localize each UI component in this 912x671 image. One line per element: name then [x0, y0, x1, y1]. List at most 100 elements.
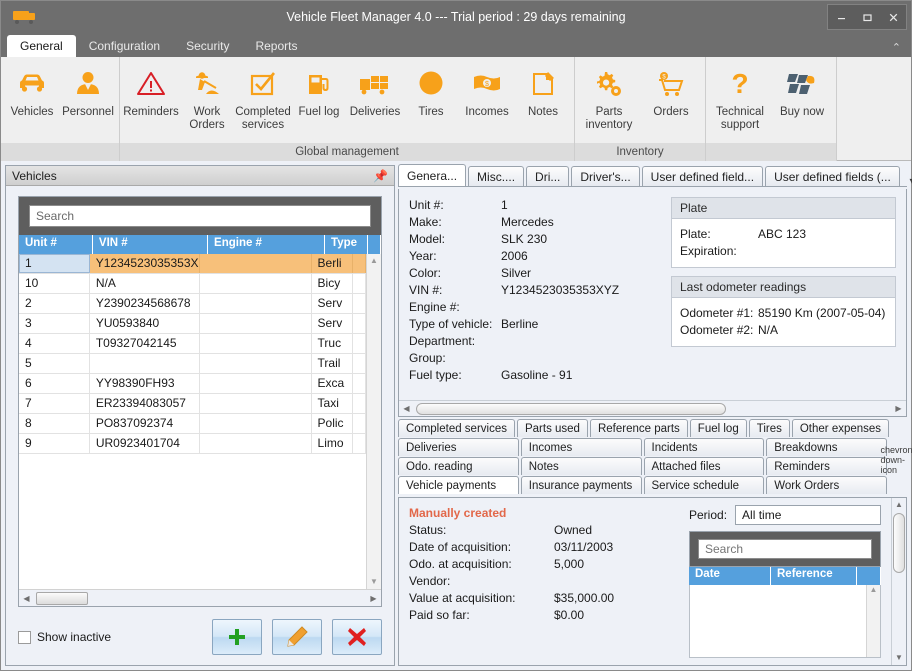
period-select[interactable]: All time	[735, 505, 881, 525]
payments-panel-vscrollbar[interactable]: ▲ ▼	[891, 498, 906, 665]
close-button[interactable]	[880, 5, 906, 29]
payments-vscroll-thumb[interactable]	[893, 513, 905, 573]
detail-tab-0[interactable]: Genera...	[398, 164, 466, 186]
column-header-vin[interactable]: VIN #	[93, 235, 208, 254]
table-row[interactable]: 8PO837092374Polic	[19, 414, 366, 434]
column-header-extra[interactable]	[857, 567, 881, 585]
table-row[interactable]: 3YU0593840Serv	[19, 314, 366, 334]
vehicles-grid-vscrollbar[interactable]: ▲ ▼	[366, 254, 381, 589]
ribbon-tab-general[interactable]: General	[7, 35, 76, 57]
detail-hscroll-thumb[interactable]	[416, 403, 726, 415]
scroll-up-icon[interactable]: ▲	[370, 254, 378, 268]
maximize-button[interactable]	[854, 5, 880, 29]
lower-tab-1-2[interactable]: Incidents	[644, 438, 765, 456]
table-row[interactable]: 9UR0923401704Limo	[19, 434, 366, 454]
plate-row: Plate: ABC 123	[680, 226, 887, 243]
payments-grid-vscrollbar[interactable]: ▲	[866, 585, 880, 657]
column-header-engine[interactable]: Engine #	[208, 235, 325, 254]
field-row: Unit #:1	[409, 197, 659, 214]
lower-tabs-more-icon[interactable]: chevron-down-icon	[889, 419, 907, 495]
lower-tab-1-0[interactable]: Deliveries	[398, 438, 519, 456]
ribbon-button-orders[interactable]: $ Orders	[640, 63, 702, 121]
field-row: Type of vehicle:Berline	[409, 316, 659, 333]
lower-tab-2-1[interactable]: Notes	[521, 457, 642, 475]
column-header-date[interactable]: Date	[689, 567, 771, 585]
expiration-row: Expiration:	[680, 243, 887, 260]
detail-scroll-left-icon[interactable]: ◀	[399, 404, 414, 413]
table-row[interactable]: 1Y1234523035353XYZBerli	[19, 254, 366, 274]
ribbon-button-vehicles[interactable]: Vehicles	[4, 63, 60, 121]
table-row[interactable]: 6YY98390FH93Exca	[19, 374, 366, 394]
table-row[interactable]: 7ER23394083057Taxi	[19, 394, 366, 414]
lower-tab-1-1[interactable]: Incomes	[521, 438, 642, 456]
lower-tab-0-1[interactable]: Parts used	[517, 419, 588, 437]
lower-tab-3-1[interactable]: Insurance payments	[521, 476, 642, 494]
payments-scroll-down-icon[interactable]: ▼	[895, 651, 903, 665]
lower-tab-1-3[interactable]: Breakdowns	[766, 438, 887, 456]
detail-tabs-more-icon[interactable]: ▼	[902, 176, 912, 186]
search-input[interactable]	[29, 205, 371, 227]
lower-tab-3-2[interactable]: Service schedule	[644, 476, 765, 494]
scroll-down-icon[interactable]: ▼	[370, 575, 378, 589]
detail-tab-1[interactable]: Misc....	[468, 166, 524, 186]
detail-tab-5[interactable]: User defined fields (...	[765, 166, 900, 186]
lower-tab-0-4[interactable]: Tires	[749, 419, 790, 437]
detail-tab-3[interactable]: Driver's...	[571, 166, 639, 186]
acquisition-row: Value at acquisition:$35,000.00	[409, 590, 679, 607]
lower-tab-2-0[interactable]: Odo. reading	[398, 457, 519, 475]
ribbon-button-incomes[interactable]: $ Incomes	[459, 63, 515, 121]
scroll-right-icon[interactable]: ▶	[366, 594, 381, 603]
detail-scroll-right-icon[interactable]: ▶	[891, 404, 906, 413]
ribbon-button-notes[interactable]: Notes	[515, 63, 571, 121]
detail-tab-2[interactable]: Dri...	[526, 166, 569, 186]
minimize-button[interactable]	[828, 5, 854, 29]
collapse-ribbon-icon[interactable]: ⌃	[892, 43, 901, 54]
ribbon-button-tires[interactable]: Tires	[403, 63, 459, 121]
ribbon-button-reminders[interactable]: Reminders	[123, 63, 179, 121]
field-label: Make:	[409, 214, 501, 231]
ribbon-button-completed-services[interactable]: Completed services	[235, 63, 291, 134]
lower-tab-2-3[interactable]: Reminders	[766, 457, 887, 475]
column-header-reference[interactable]: Reference	[771, 567, 857, 585]
vehicles-grid-hscrollbar[interactable]: ◀ ▶	[19, 589, 381, 606]
payments-scroll-up-icon[interactable]: ▲	[895, 498, 903, 512]
add-button[interactable]	[212, 619, 262, 655]
ribbon-button-fuel-log[interactable]: Fuel log	[291, 63, 347, 121]
lower-tab-3-0[interactable]: Vehicle payments	[398, 476, 519, 494]
table-row[interactable]: 4T09327042145Truc	[19, 334, 366, 354]
edit-button[interactable]	[272, 619, 322, 655]
detail-hscrollbar[interactable]: ◀ ▶	[399, 400, 906, 416]
lower-tab-3-3[interactable]: Work Orders	[766, 476, 887, 494]
hscroll-thumb[interactable]	[36, 592, 88, 605]
checkbox-box[interactable]	[18, 631, 31, 644]
lower-tab-0-2[interactable]: Reference parts	[590, 419, 688, 437]
svg-text:?: ?	[731, 69, 748, 99]
ribbon-button-deliveries[interactable]: Deliveries	[347, 63, 403, 121]
lower-tab-0-0[interactable]: Completed services	[398, 419, 515, 437]
pin-icon[interactable]: 📌	[373, 169, 388, 183]
field-value: 1	[501, 197, 508, 214]
column-header-unit[interactable]: Unit #	[19, 235, 93, 254]
table-row[interactable]: 2Y2390234568678Serv	[19, 294, 366, 314]
detail-tab-4[interactable]: User defined field...	[642, 166, 763, 186]
ribbon-button-work-orders[interactable]: Work Orders	[179, 63, 235, 134]
lower-tab-0-3[interactable]: Fuel log	[690, 419, 747, 437]
table-row[interactable]: 10N/ABicy	[19, 274, 366, 294]
payments-search-input[interactable]	[698, 539, 872, 559]
ribbon-tab-security[interactable]: Security	[173, 35, 242, 57]
show-inactive-checkbox[interactable]: Show inactive	[18, 630, 111, 644]
cell-engine	[200, 254, 312, 273]
table-row[interactable]: 5Trail	[19, 354, 366, 374]
ribbon-tab-reports[interactable]: Reports	[242, 35, 310, 57]
scroll-left-icon[interactable]: ◀	[19, 594, 34, 603]
ribbon-button-personnel[interactable]: Personnel	[60, 63, 116, 121]
ribbon-button-buy-now[interactable]: Buy now	[771, 63, 833, 121]
ribbon-button-technical-support[interactable]: ? Technical support	[709, 63, 771, 134]
column-header-type[interactable]: Type	[325, 235, 368, 254]
lower-tab-0-5[interactable]: Other expenses	[792, 419, 889, 437]
ribbon-button-parts-inventory[interactable]: Parts inventory	[578, 63, 640, 134]
delete-button[interactable]	[332, 619, 382, 655]
window-title: Vehicle Fleet Manager 4.0 --- Trial peri…	[1, 10, 911, 24]
ribbon-tab-configuration[interactable]: Configuration	[76, 35, 173, 57]
lower-tab-2-2[interactable]: Attached files	[644, 457, 765, 475]
